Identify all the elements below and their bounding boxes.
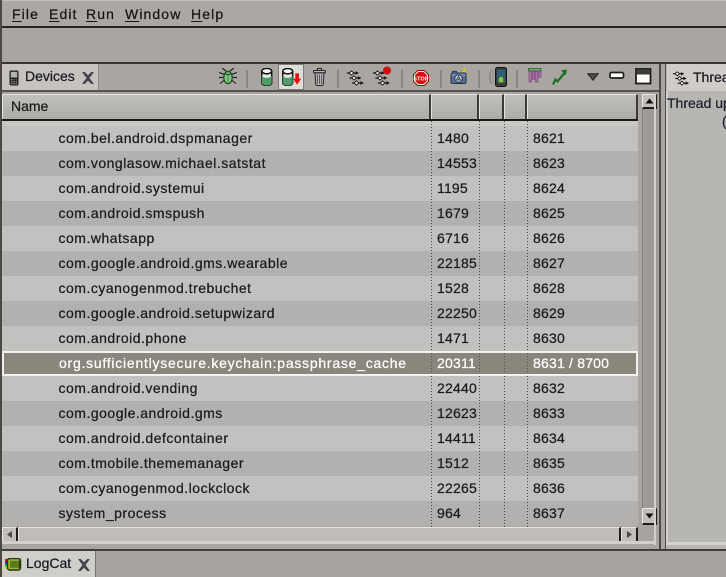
svg-text:STOP: STOP [413,77,429,83]
